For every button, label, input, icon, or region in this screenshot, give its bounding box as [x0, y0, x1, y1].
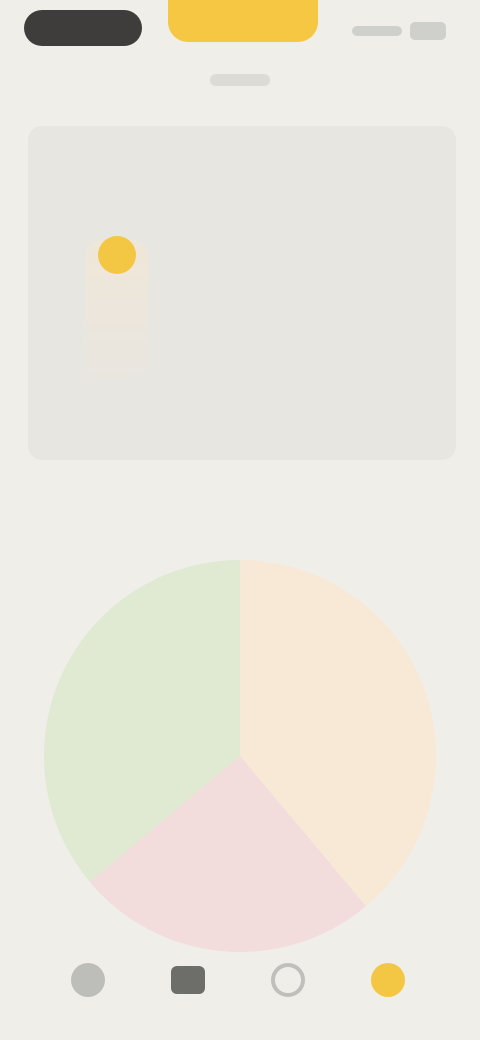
nav-grid[interactable] — [158, 950, 218, 1010]
nav-profile[interactable] — [358, 950, 418, 1010]
status-indicator — [352, 26, 402, 36]
stats-icon — [271, 963, 305, 997]
grid-icon — [171, 966, 205, 994]
top-bar — [0, 0, 480, 70]
top-left-button[interactable] — [24, 10, 142, 46]
progress-bar-dot[interactable] — [98, 236, 136, 274]
bottom-navbar — [0, 930, 480, 1040]
profile-icon — [371, 963, 405, 997]
top-center-button[interactable] — [168, 0, 318, 42]
page-subtitle-wrap — [0, 74, 480, 96]
home-icon — [71, 963, 105, 997]
battery-icon — [410, 22, 446, 40]
page-subtitle — [210, 74, 270, 86]
nav-stats[interactable] — [258, 950, 318, 1010]
category-pie-chart — [44, 560, 436, 952]
nav-home[interactable] — [58, 950, 118, 1010]
